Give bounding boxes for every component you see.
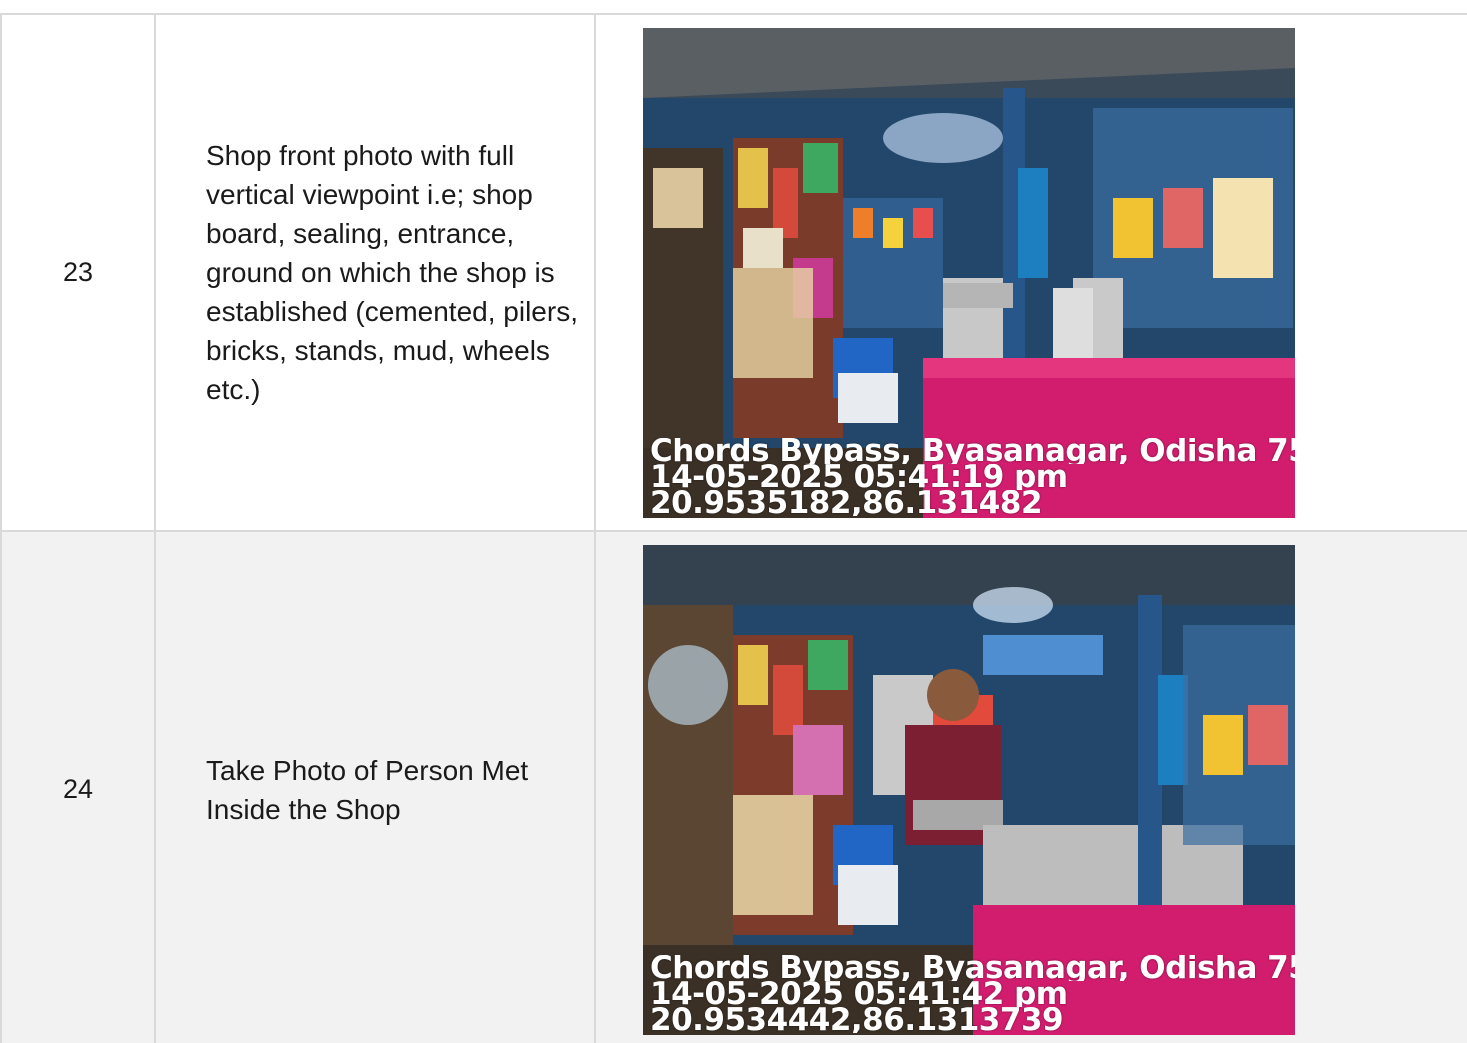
stamp-coordinates: 20.9534442,86.1313739 xyxy=(650,1006,1064,1033)
document-page: 23 Shop front photo with full vertical v… xyxy=(0,0,1467,1043)
table-row: 24 Take Photo of Person Met Inside the S… xyxy=(0,530,1467,1043)
verification-table: 23 Shop front photo with full vertical v… xyxy=(0,13,1467,1043)
photo-geotag-stamp: Chords Bypass, Byasanagar, Odisha 7550 1… xyxy=(650,955,1295,1033)
row-description: Shop front photo with full vertical view… xyxy=(154,13,596,532)
photo-geotag-stamp: Chords Bypass, Byasanagar, Odisha 7550 1… xyxy=(650,438,1295,516)
stamp-address: Chords Bypass, Byasanagar, Odisha 7550 xyxy=(650,437,1295,464)
row-number: 24 xyxy=(0,530,156,1043)
photo-cell: Chords Bypass, Byasanagar, Odisha 7550 1… xyxy=(594,13,1467,532)
person-met-photo: Chords Bypass, Byasanagar, Odisha 7550 1… xyxy=(643,544,1295,1035)
stamp-datetime: 14-05-2025 05:41:42 pm xyxy=(650,980,1068,1007)
table-row: 23 Shop front photo with full vertical v… xyxy=(0,13,1467,532)
stamp-address: Chords Bypass, Byasanagar, Odisha 7550 xyxy=(650,954,1295,981)
row-number: 23 xyxy=(0,13,156,532)
stamp-datetime: 14-05-2025 05:41:19 pm xyxy=(650,463,1068,490)
row-description: Take Photo of Person Met Inside the Shop xyxy=(154,530,596,1043)
stamp-coordinates: 20.9535182,86.131482 xyxy=(650,489,1043,516)
shop-front-photo: Chords Bypass, Byasanagar, Odisha 7550 1… xyxy=(643,27,1295,518)
photo-cell: Chords Bypass, Byasanagar, Odisha 7550 1… xyxy=(594,530,1467,1043)
